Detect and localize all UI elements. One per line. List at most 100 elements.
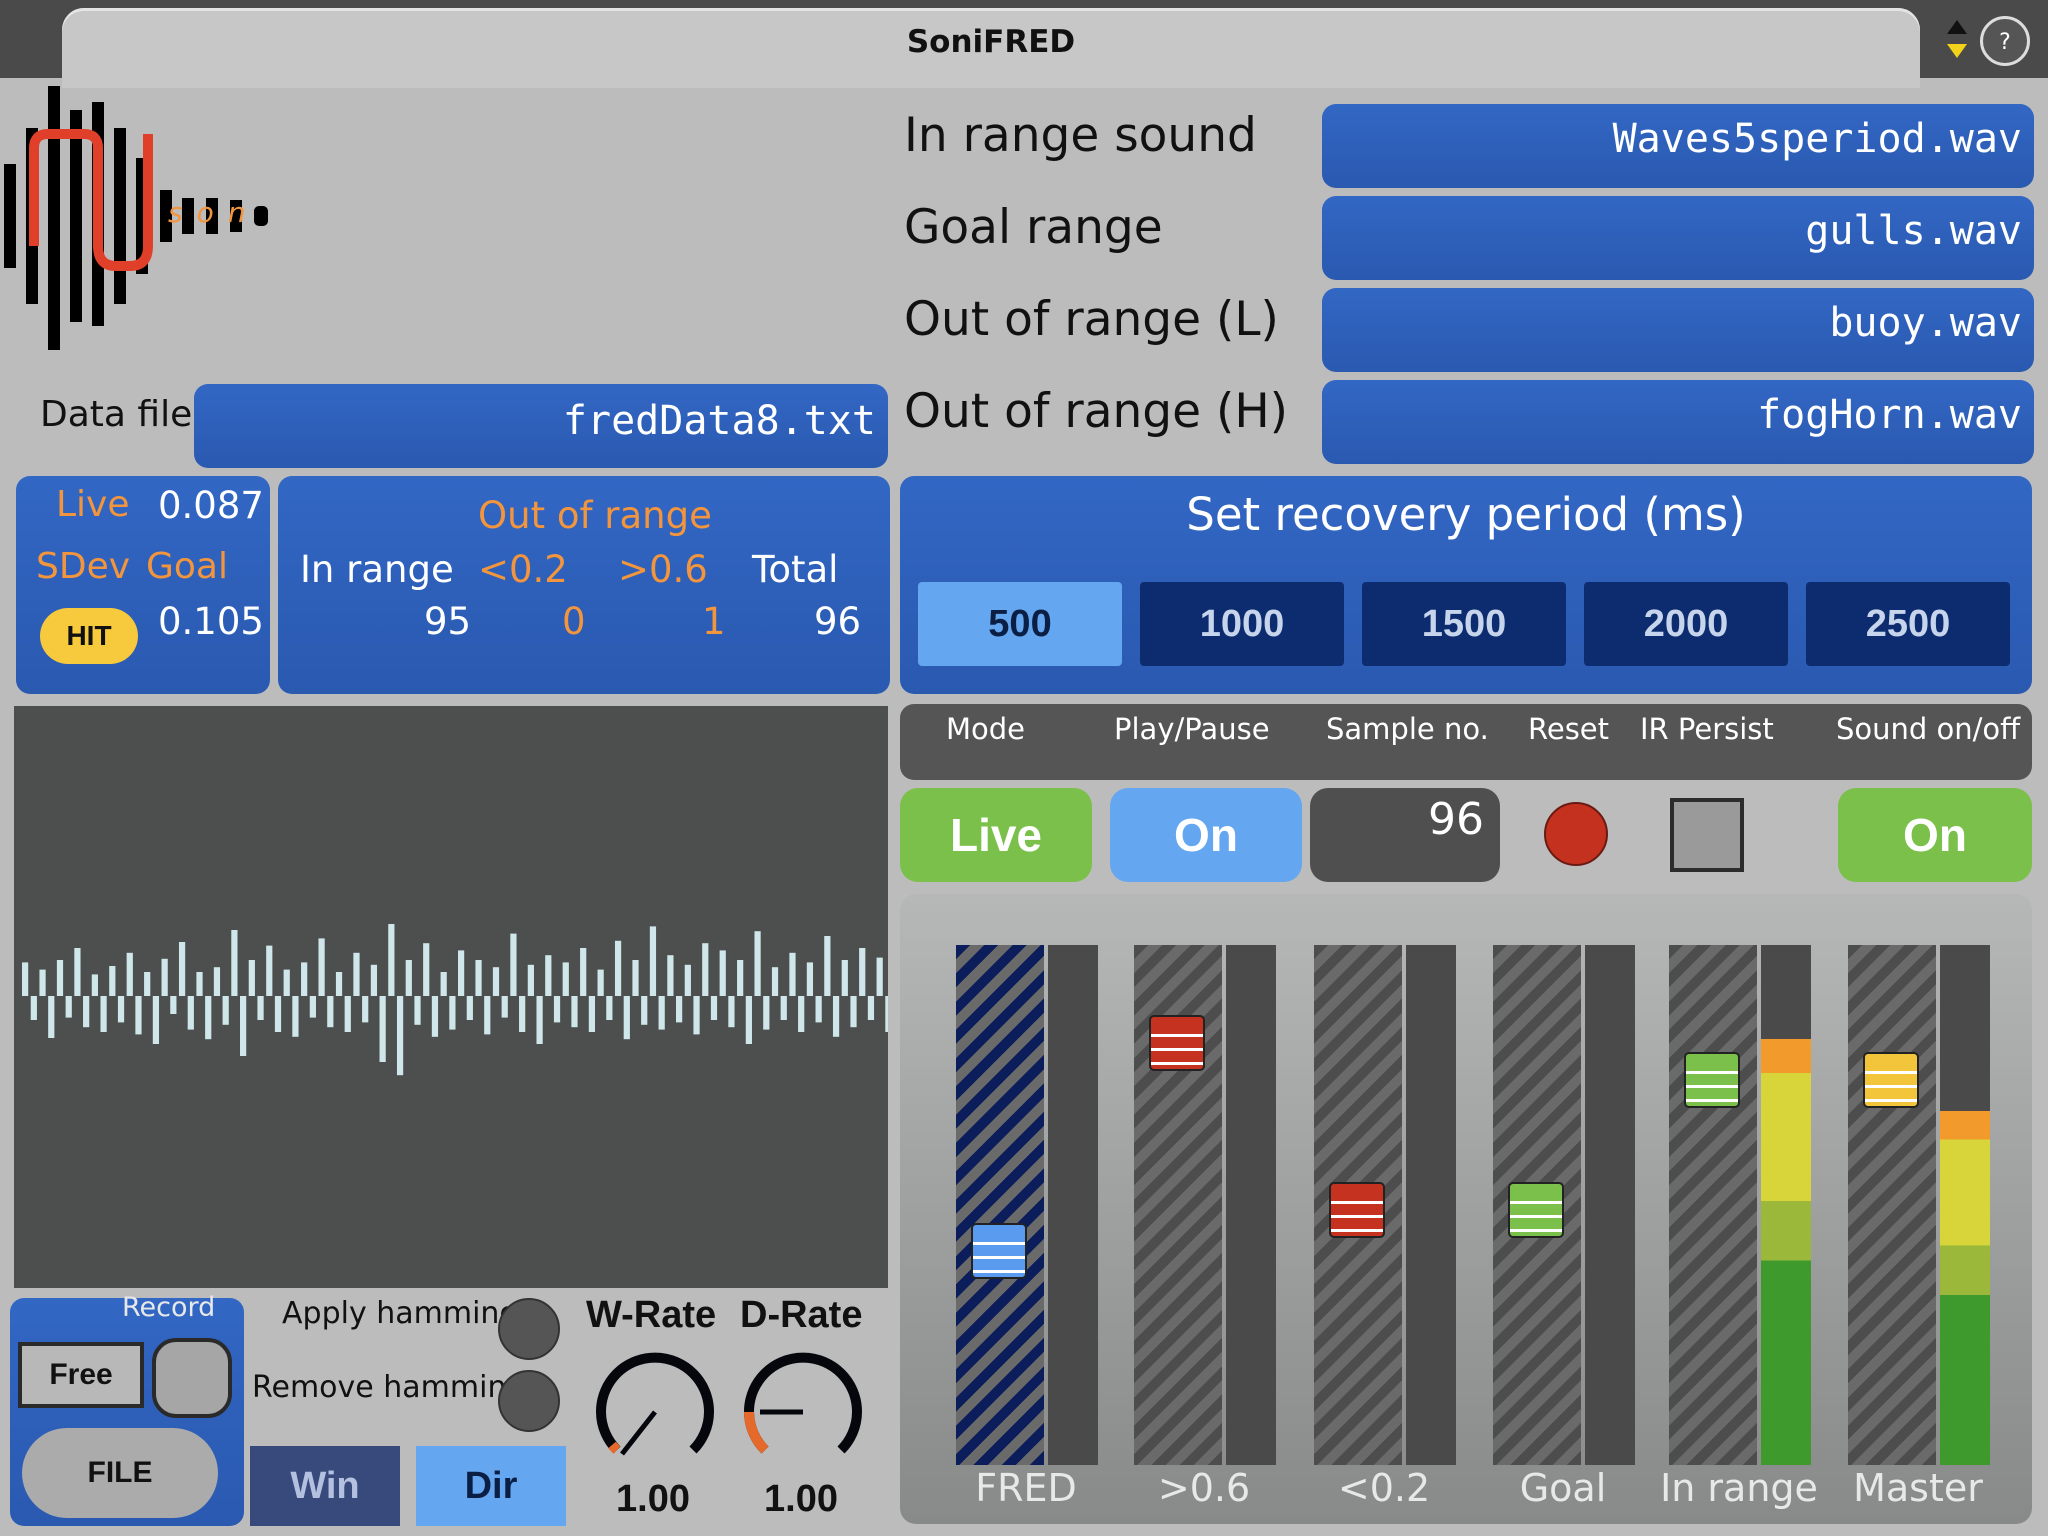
file-label: FILE bbox=[87, 1456, 153, 1489]
waveform-bar bbox=[684, 964, 691, 996]
sound-label-low: Out of range (L) bbox=[904, 292, 1279, 347]
waveform-bar bbox=[789, 952, 796, 996]
free-button[interactable]: Free bbox=[18, 1342, 144, 1408]
fader-knob[interactable] bbox=[1508, 1181, 1564, 1238]
header-sample: Sample no. bbox=[1326, 712, 1489, 746]
level-meter-fill bbox=[1940, 1111, 1990, 1465]
recovery-option-label: 1000 bbox=[1199, 602, 1285, 645]
sample-number-value: 96 bbox=[1428, 794, 1484, 845]
waveform-bar bbox=[806, 962, 814, 996]
in-range-label: In range bbox=[300, 548, 454, 591]
waveform-bar bbox=[178, 942, 186, 996]
dir-button[interactable]: Dir bbox=[416, 1446, 566, 1526]
waveform-bar bbox=[362, 996, 369, 1023]
recovery-option-500[interactable]: 500 bbox=[918, 582, 1122, 666]
waveform-bar bbox=[859, 948, 866, 996]
waveform-bar bbox=[702, 943, 709, 996]
waveform-bar bbox=[850, 996, 857, 1028]
waveform-bar bbox=[763, 996, 770, 1030]
waveform-bar bbox=[161, 958, 168, 996]
hit-badge: HIT bbox=[40, 608, 138, 664]
fader-knob[interactable] bbox=[1684, 1051, 1740, 1108]
goal-label: Goal bbox=[146, 546, 228, 587]
waveform-bar bbox=[388, 924, 395, 996]
win-button[interactable]: Win bbox=[250, 1446, 400, 1526]
waveform-bar bbox=[170, 996, 177, 1014]
win-label: Win bbox=[290, 1464, 360, 1507]
waveform-bar bbox=[693, 996, 700, 1035]
level-meter bbox=[1406, 945, 1456, 1465]
sound-file-goal[interactable]: gulls.wav bbox=[1322, 196, 2034, 280]
logo-text: son bbox=[168, 196, 260, 229]
play-toggle[interactable]: On bbox=[1110, 788, 1302, 882]
d-rate-knob[interactable] bbox=[738, 1350, 868, 1470]
sound-file-in-range-value: Waves5speriod.wav bbox=[1612, 116, 2022, 162]
waveform-bar bbox=[606, 996, 613, 1020]
file-button[interactable]: FILE bbox=[22, 1428, 218, 1518]
sdev-label: SDev bbox=[36, 546, 131, 587]
sound-toggle[interactable]: On bbox=[1838, 788, 2032, 882]
waveform-bar bbox=[292, 996, 299, 1037]
waveform-bar bbox=[335, 972, 343, 996]
live-label: Live bbox=[56, 484, 130, 525]
recovery-option-2000[interactable]: 2000 bbox=[1584, 582, 1788, 666]
waveform-bar bbox=[109, 966, 116, 996]
ir-persist-checkbox[interactable] bbox=[1670, 798, 1744, 872]
hit-label: HIT bbox=[66, 620, 112, 651]
waveform-bar bbox=[614, 940, 622, 996]
level-meter-fill bbox=[1761, 1038, 1811, 1465]
sound-file-low[interactable]: buoy.wav bbox=[1322, 288, 2034, 372]
fader-knob[interactable] bbox=[1149, 1014, 1205, 1071]
recovery-option-1500[interactable]: 1500 bbox=[1362, 582, 1566, 666]
level-meter bbox=[1761, 945, 1811, 1465]
waveform-bar bbox=[48, 996, 55, 1038]
apply-hamming-toggle[interactable] bbox=[498, 1298, 560, 1360]
low-count: 0 bbox=[562, 600, 586, 643]
reset-button[interactable] bbox=[1544, 802, 1608, 866]
sound-file-high[interactable]: fogHorn.wav bbox=[1322, 380, 2034, 464]
waveform-bar bbox=[867, 996, 875, 1020]
waveform-bar bbox=[658, 996, 665, 1030]
record-toggle[interactable] bbox=[152, 1338, 232, 1418]
fader-label: In range bbox=[1660, 1466, 1818, 1510]
d-rate-value: 1.00 bbox=[764, 1478, 838, 1520]
remove-hamming-label: Remove hamming bbox=[252, 1370, 526, 1405]
d-rate-label: D-Rate bbox=[740, 1294, 863, 1336]
waveform-bar bbox=[440, 972, 447, 996]
sound-file-goal-value: gulls.wav bbox=[1805, 208, 2022, 254]
waveform-bar bbox=[283, 969, 290, 996]
waveform-bar bbox=[754, 931, 761, 996]
waveform-bar bbox=[649, 926, 657, 996]
fader-track[interactable] bbox=[1669, 945, 1757, 1465]
header-mode: Mode bbox=[946, 712, 1026, 746]
waveform-bar bbox=[536, 996, 543, 1044]
waveform-bar bbox=[196, 972, 203, 996]
w-rate-knob[interactable] bbox=[590, 1350, 720, 1470]
recovery-option-2500[interactable]: 2500 bbox=[1806, 582, 2010, 666]
sound-label: On bbox=[1903, 809, 1967, 861]
sound-label-high: Out of range (H) bbox=[904, 384, 1289, 439]
recovery-title: Set recovery period (ms) bbox=[1186, 488, 1746, 541]
mode-button[interactable]: Live bbox=[900, 788, 1092, 882]
level-meter bbox=[1048, 945, 1098, 1465]
fader-knob[interactable] bbox=[971, 1223, 1027, 1280]
waveform-bar bbox=[527, 964, 534, 996]
sound-file-in-range[interactable]: Waves5speriod.wav bbox=[1322, 104, 2034, 188]
free-label: Free bbox=[49, 1358, 113, 1391]
waveform-bar bbox=[187, 996, 194, 1030]
fader-track[interactable] bbox=[956, 945, 1044, 1465]
fader-knob[interactable] bbox=[1863, 1051, 1919, 1108]
help-icon[interactable]: ? bbox=[1980, 16, 2030, 66]
apply-hamming-label: Apply hamming bbox=[282, 1296, 519, 1331]
waveform-bar bbox=[876, 957, 883, 996]
fader-track[interactable] bbox=[1848, 945, 1936, 1465]
fader-knob[interactable] bbox=[1329, 1181, 1385, 1238]
waveform-bar bbox=[30, 996, 37, 1020]
sample-number-field[interactable]: 96 bbox=[1310, 788, 1500, 882]
remove-hamming-toggle[interactable] bbox=[498, 1370, 560, 1432]
data-file-field[interactable]: fredData8.txt bbox=[194, 384, 888, 468]
recovery-option-1000[interactable]: 1000 bbox=[1140, 582, 1344, 666]
sort-arrows-icon[interactable] bbox=[1943, 18, 1971, 62]
fader-label: Goal bbox=[1519, 1466, 1607, 1510]
waveform-bar bbox=[91, 974, 98, 996]
